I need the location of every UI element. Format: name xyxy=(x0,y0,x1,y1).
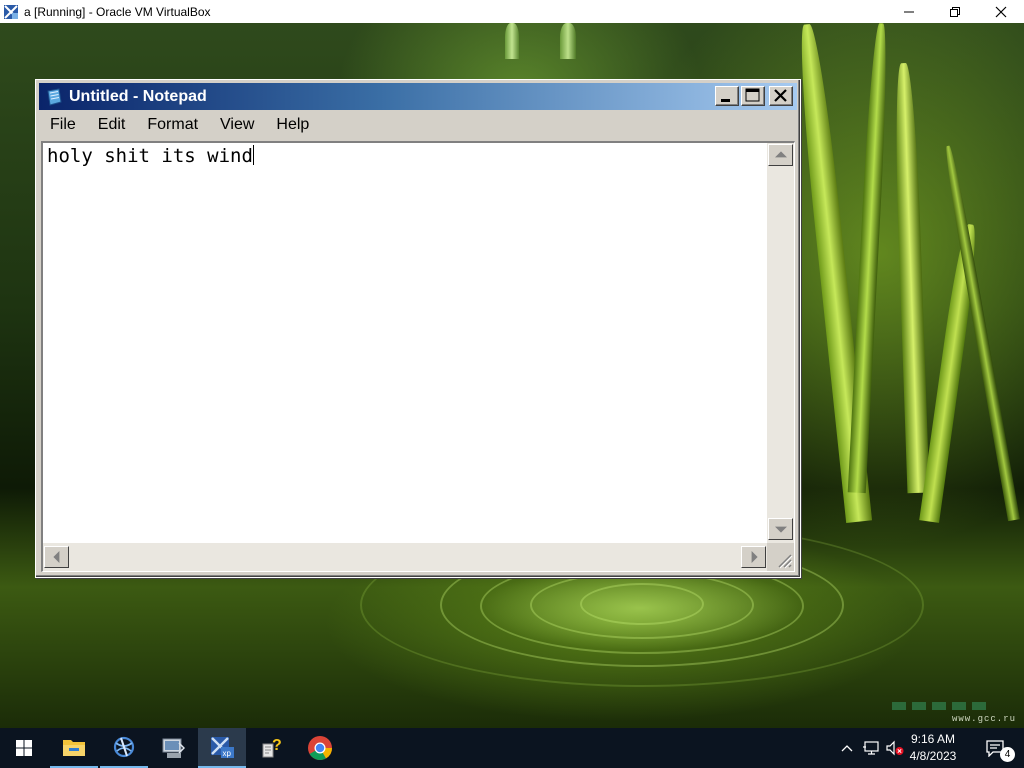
notepad-close-button[interactable] xyxy=(769,86,793,106)
minimize-icon xyxy=(721,99,730,102)
notepad-minimize-button[interactable] xyxy=(715,86,739,106)
virtualbox-xp-icon: xp xyxy=(211,737,234,758)
taskbar-computer-app[interactable] xyxy=(149,728,197,768)
tray-overflow-button[interactable] xyxy=(838,728,856,768)
svg-text:?: ? xyxy=(272,737,282,754)
virtualbox-icon xyxy=(3,4,19,20)
close-button[interactable] xyxy=(978,0,1024,23)
menu-help[interactable]: Help xyxy=(265,116,320,134)
folder-icon xyxy=(63,740,85,756)
clock-time: 9:16 AM xyxy=(910,732,956,746)
menu-file[interactable]: File xyxy=(39,116,87,134)
close-icon xyxy=(774,89,787,102)
volume-muted-icon xyxy=(886,740,904,756)
maximize-icon xyxy=(745,88,760,102)
globe-icon xyxy=(113,736,135,758)
arrow-right-icon xyxy=(751,551,758,563)
tray-volume[interactable] xyxy=(884,728,906,768)
minimize-button[interactable] xyxy=(886,0,932,23)
notepad-text-area[interactable]: holy shit its wind xyxy=(41,141,795,572)
scroll-right-button[interactable] xyxy=(741,546,766,568)
windows-logo-icon xyxy=(16,740,32,756)
watermark-dots xyxy=(892,702,986,710)
chevron-up-icon xyxy=(841,745,853,752)
scroll-left-button[interactable] xyxy=(44,546,69,568)
notepad-icon xyxy=(45,87,63,106)
resize-grip-icon xyxy=(778,554,793,569)
wallpaper-watermark: www.gcc.ru xyxy=(951,714,1016,724)
minimize-icon xyxy=(904,11,914,12)
taskbar: xp ? 9:16 AM 4/8/2023 4 xyxy=(0,728,1024,768)
close-icon xyxy=(995,6,1007,17)
action-center-button[interactable]: 4 xyxy=(978,728,1015,768)
notepad-maximize-button[interactable] xyxy=(741,86,765,106)
taskbar-clock[interactable]: 9:16 AM 4/8/2023 xyxy=(904,731,962,765)
menu-format[interactable]: Format xyxy=(136,116,209,134)
chrome-icon xyxy=(308,736,332,761)
vertical-scrollbar[interactable] xyxy=(767,143,794,543)
scroll-down-button[interactable] xyxy=(768,518,793,540)
host-titlebar: a [Running] - Oracle VM VirtualBox xyxy=(0,0,1024,23)
notepad-window-controls xyxy=(715,86,793,106)
restore-icon xyxy=(950,6,960,17)
network-icon xyxy=(863,741,879,755)
menu-edit[interactable]: Edit xyxy=(87,116,137,134)
svg-text:xp: xp xyxy=(223,749,232,758)
arrow-left-icon xyxy=(52,551,59,563)
clock-date: 4/8/2023 xyxy=(909,749,957,763)
computer-icon xyxy=(162,738,185,758)
notepad-menubar: File Edit Format View Help xyxy=(39,112,797,138)
help-icon: ? xyxy=(262,737,282,758)
start-button[interactable] xyxy=(0,728,48,768)
scroll-up-button[interactable] xyxy=(768,144,793,166)
taskbar-chrome[interactable] xyxy=(296,728,344,768)
text-caret xyxy=(252,145,254,165)
taskbar-help-app[interactable]: ? xyxy=(248,728,296,768)
notepad-title: Untitled - Notepad xyxy=(69,87,207,105)
taskbar-file-explorer[interactable] xyxy=(50,728,98,768)
arrow-down-icon xyxy=(774,526,787,533)
taskbar-globe-app[interactable] xyxy=(100,728,148,768)
notepad-text: holy shit its wind xyxy=(47,145,253,167)
notepad-titlebar[interactable]: Untitled - Notepad xyxy=(39,83,797,110)
menu-view[interactable]: View xyxy=(209,116,265,134)
notepad-text-content: holy shit its wind xyxy=(47,145,254,167)
resize-grip[interactable] xyxy=(767,543,794,571)
notepad-window[interactable]: Untitled - Notepad File Edit Format View… xyxy=(35,79,801,578)
arrow-up-icon xyxy=(774,151,787,158)
notification-count-badge: 4 xyxy=(1000,747,1015,762)
horizontal-scrollbar[interactable] xyxy=(43,543,767,571)
guest-desktop: www.gcc.ru Untitled - Notepad File Edit … xyxy=(0,23,1024,728)
taskbar-virtualbox-xp[interactable]: xp xyxy=(198,728,246,768)
restore-button[interactable] xyxy=(932,0,978,23)
host-window-title: a [Running] - Oracle VM VirtualBox xyxy=(24,4,211,19)
tray-network[interactable] xyxy=(860,728,882,768)
